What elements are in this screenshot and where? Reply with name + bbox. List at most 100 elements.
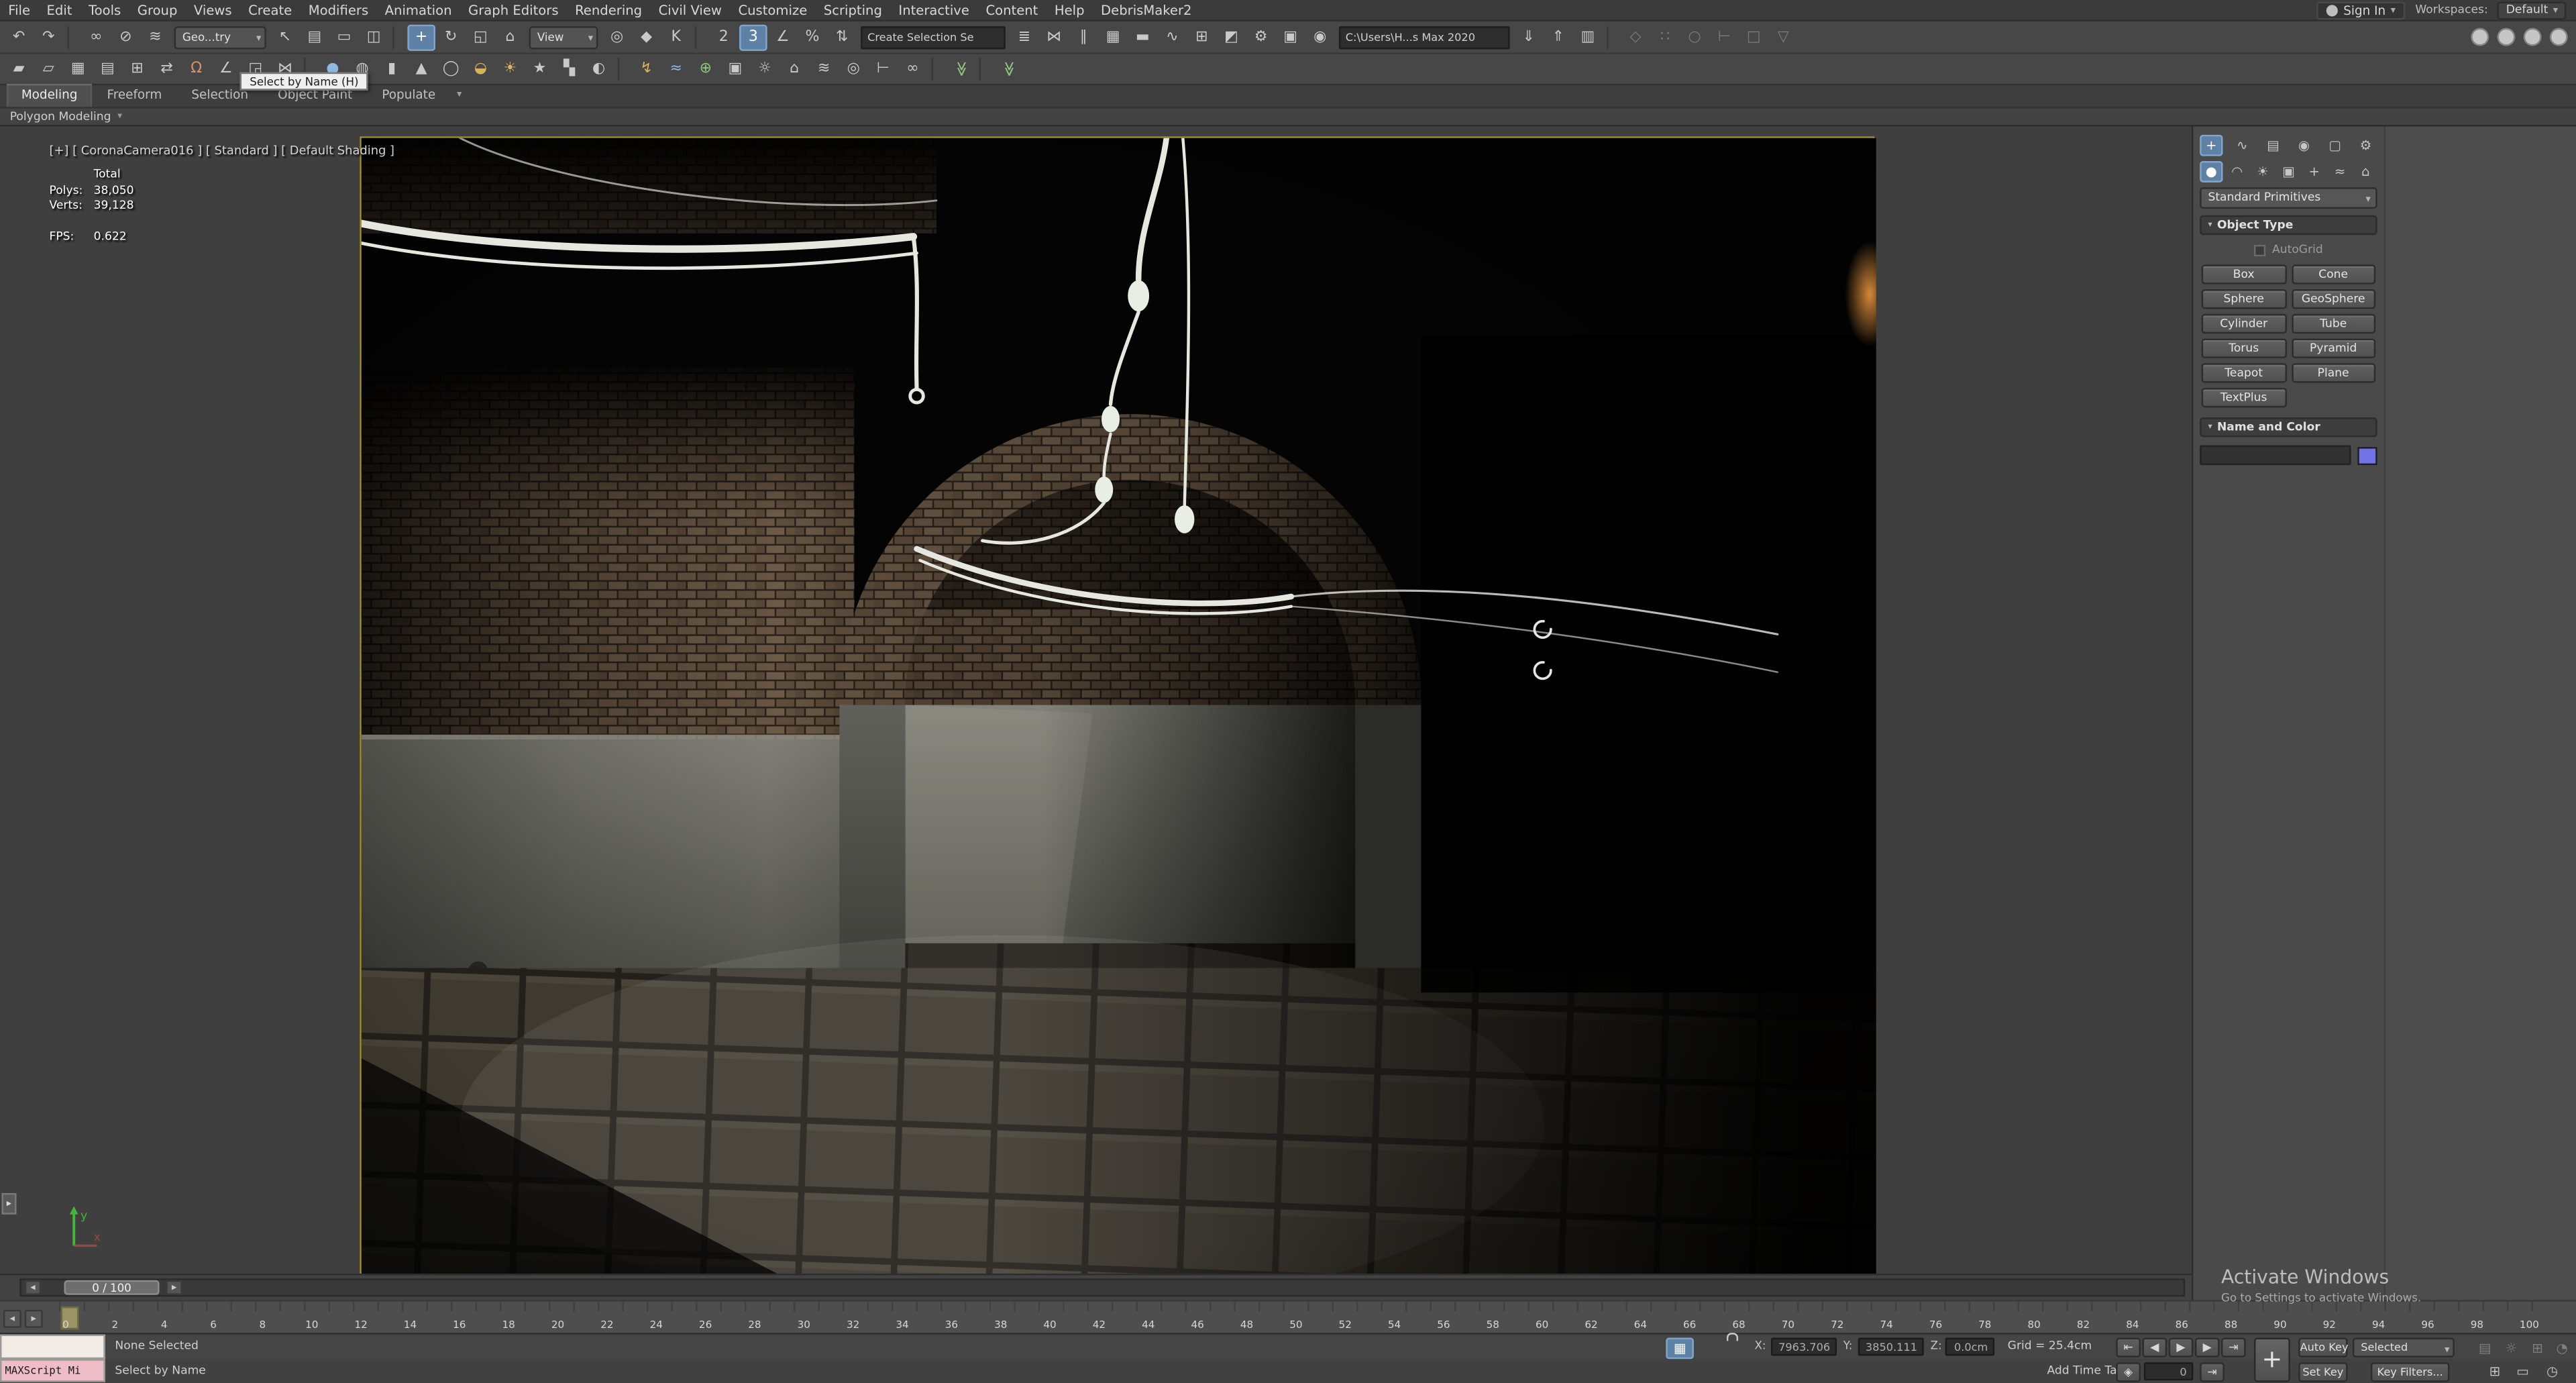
select-and-rotate-icon[interactable]: ↻ (437, 24, 465, 50)
use-pivot-point-icon[interactable]: ◎ (603, 24, 631, 50)
cylinder-primitive-icon[interactable]: ▮ (378, 56, 406, 82)
cameras-category-icon[interactable]: ▣ (2277, 161, 2300, 183)
menu-item[interactable]: Help (1046, 0, 1093, 21)
layers-status-icon[interactable]: ⊞ (2524, 1337, 2552, 1358)
next-frame-arrow[interactable]: ▸ (166, 1280, 182, 1295)
next-key-icon[interactable]: ⇥ (2200, 1361, 2224, 1382)
object-type-button[interactable]: Torus (2201, 338, 2286, 358)
redo-icon[interactable]: ↷ (34, 24, 62, 50)
grid-toggle-icon[interactable]: ⊞ (2481, 1361, 2509, 1382)
menu-item[interactable]: Interactive (890, 0, 977, 21)
menu-item[interactable]: Animation (376, 0, 460, 21)
object-type-button[interactable]: Teapot (2201, 363, 2286, 383)
array-tool-icon[interactable]: ∷ (1651, 24, 1679, 50)
torus-primitive-icon[interactable]: ◯ (437, 56, 465, 82)
selection-filter-dropdown[interactable]: Geo...try (174, 25, 266, 49)
window-close-icon[interactable] (2525, 30, 2540, 45)
menu-item[interactable]: Views (186, 0, 240, 21)
geometry-category-icon[interactable]: ● (2200, 161, 2223, 183)
safe-frame-icon[interactable]: ▭ (2509, 1361, 2537, 1382)
asset-library-icon[interactable]: ▥ (1574, 24, 1602, 50)
maxscript-listener-white[interactable] (0, 1334, 105, 1360)
object-type-button[interactable]: Pyramid (2291, 338, 2376, 358)
previous-frame-arrow[interactable]: ◂ (24, 1280, 42, 1295)
object-type-button[interactable]: Box (2201, 264, 2286, 285)
select-object-icon[interactable]: ↖ (271, 24, 299, 50)
space-warp-icon[interactable]: ≋ (810, 56, 838, 82)
object-type-rollout[interactable]: ▾ Object Type (2200, 215, 2377, 236)
cone-primitive-icon[interactable]: ▲ (407, 56, 435, 82)
teapot-primitive-icon[interactable]: ◒ (467, 56, 495, 82)
snaps-toggle-3d-icon[interactable]: 3 (739, 23, 767, 50)
workspaces-dropdown[interactable]: Default ▾ (2498, 1, 2567, 19)
z-coord-field[interactable]: 0.0cm (1945, 1337, 1995, 1356)
magnet-snap-icon[interactable]: Ω (182, 56, 211, 82)
render-production-icon[interactable]: ◉ (1306, 24, 1334, 50)
camera-create-icon[interactable]: ▣ (721, 56, 749, 82)
track-bar-prev-icon[interactable]: ◂ (3, 1309, 21, 1328)
ribbon-tab[interactable]: Modeling (6, 83, 93, 107)
display-tab-icon[interactable]: ▢ (2323, 135, 2346, 156)
menu-item[interactable]: Rendering (567, 0, 651, 21)
toggle-ribbon-icon[interactable]: ▬ (1128, 24, 1157, 50)
object-type-button[interactable]: Tube (2291, 313, 2376, 334)
menu-item[interactable]: Edit (38, 0, 80, 21)
box-primitive-icon[interactable]: ▦ (64, 56, 93, 82)
go-to-start-button[interactable]: ⇤ (2116, 1337, 2141, 1357)
menu-item[interactable]: Content (977, 0, 1046, 21)
menu-item[interactable]: DebrisMaker2 (1093, 0, 1200, 21)
helper-create-icon[interactable]: ⌂ (780, 56, 808, 82)
snapshot-icon[interactable]: ○ (1680, 24, 1709, 50)
measure-tool-icon[interactable]: ⊢ (869, 56, 898, 82)
select-by-name-icon[interactable]: ▤ (301, 24, 329, 50)
unlink-selection-icon[interactable]: ⊘ (112, 24, 140, 50)
panel-list-icon[interactable]: ▤ (94, 56, 122, 82)
name-and-color-rollout[interactable]: ▾ Name and Color (2200, 417, 2377, 438)
window-minimize-icon[interactable] (2472, 30, 2487, 45)
apply-check-icon[interactable]: ≫ (947, 55, 973, 83)
menu-item[interactable]: Group (129, 0, 186, 21)
track-bar-next-icon[interactable]: ▸ (24, 1309, 43, 1328)
create-key-button[interactable]: + (2254, 1337, 2290, 1382)
snaps-toggle-2d-icon[interactable]: 2 (710, 24, 738, 50)
time-configuration-icon[interactable]: ◷ (2538, 1361, 2567, 1382)
object-type-button[interactable]: Sphere (2201, 289, 2286, 309)
material-editor-icon[interactable]: ◩ (1218, 24, 1246, 50)
transform-toolbox-icon[interactable]: ◇ (1621, 24, 1650, 50)
x-coord-field[interactable]: 7963.706 (1771, 1337, 1837, 1356)
menu-item[interactable]: Graph Editors (460, 0, 567, 21)
reference-coordinate-dropdown[interactable]: View (529, 25, 598, 49)
select-and-manipulate-icon[interactable]: ◆ (633, 24, 661, 50)
curve-editor-icon[interactable]: ∿ (1159, 24, 1187, 50)
viewport-layout-tab[interactable]: ▸ (1, 1192, 17, 1215)
notifications-icon[interactable]: ▤ (2471, 1337, 2499, 1358)
menu-item[interactable]: Tools (80, 0, 129, 21)
measure-distance-icon[interactable]: ⊢ (1710, 24, 1738, 50)
expand-all-icon[interactable]: ≫ (995, 55, 1021, 83)
time-slider-handle[interactable]: 0 / 100 (64, 1280, 160, 1295)
next-frame-button[interactable]: ▶ (2194, 1337, 2220, 1357)
light-create-icon[interactable]: ☼ (751, 56, 779, 82)
object-type-button[interactable]: Cone (2291, 264, 2376, 285)
import-asset-icon[interactable]: ⇓ (1515, 24, 1543, 50)
object-type-button[interactable]: TextPlus (2201, 387, 2286, 408)
sign-in-button[interactable]: Sign In ▾ (2317, 1, 2406, 19)
spinner-snap-icon[interactable]: ⇅ (828, 24, 856, 50)
percent-snap-icon[interactable]: % (798, 24, 826, 50)
export-asset-icon[interactable]: ⇑ (1544, 24, 1572, 50)
autogrid-checkbox[interactable] (2254, 244, 2266, 256)
star-shape-icon[interactable]: ★ (526, 56, 554, 82)
maxscript-mini-listener[interactable]: MAXScript Mi (0, 1359, 105, 1382)
space-warps-category-icon[interactable]: ≈ (2328, 161, 2351, 183)
create-tab-icon[interactable]: + (2200, 134, 2223, 156)
viewport-label[interactable]: [+] [ CoronaCamera016 ] [ Standard ] [ D… (49, 143, 394, 158)
polygon-modeling-panel-bar[interactable]: Polygon Modeling ▾ (0, 108, 2576, 127)
menu-item[interactable]: File (0, 0, 38, 21)
systems-category-icon[interactable]: ⌂ (2354, 161, 2377, 183)
select-and-scale-icon[interactable]: ◱ (467, 24, 495, 50)
lights-category-icon[interactable]: ☀ (2251, 161, 2274, 183)
edit-named-selections-icon[interactable]: ≣ (1010, 24, 1038, 50)
globe-tool-icon[interactable]: ⊕ (692, 56, 720, 82)
object-type-button[interactable]: Cylinder (2201, 313, 2286, 334)
lightning-tool-icon[interactable]: ↯ (633, 56, 661, 82)
